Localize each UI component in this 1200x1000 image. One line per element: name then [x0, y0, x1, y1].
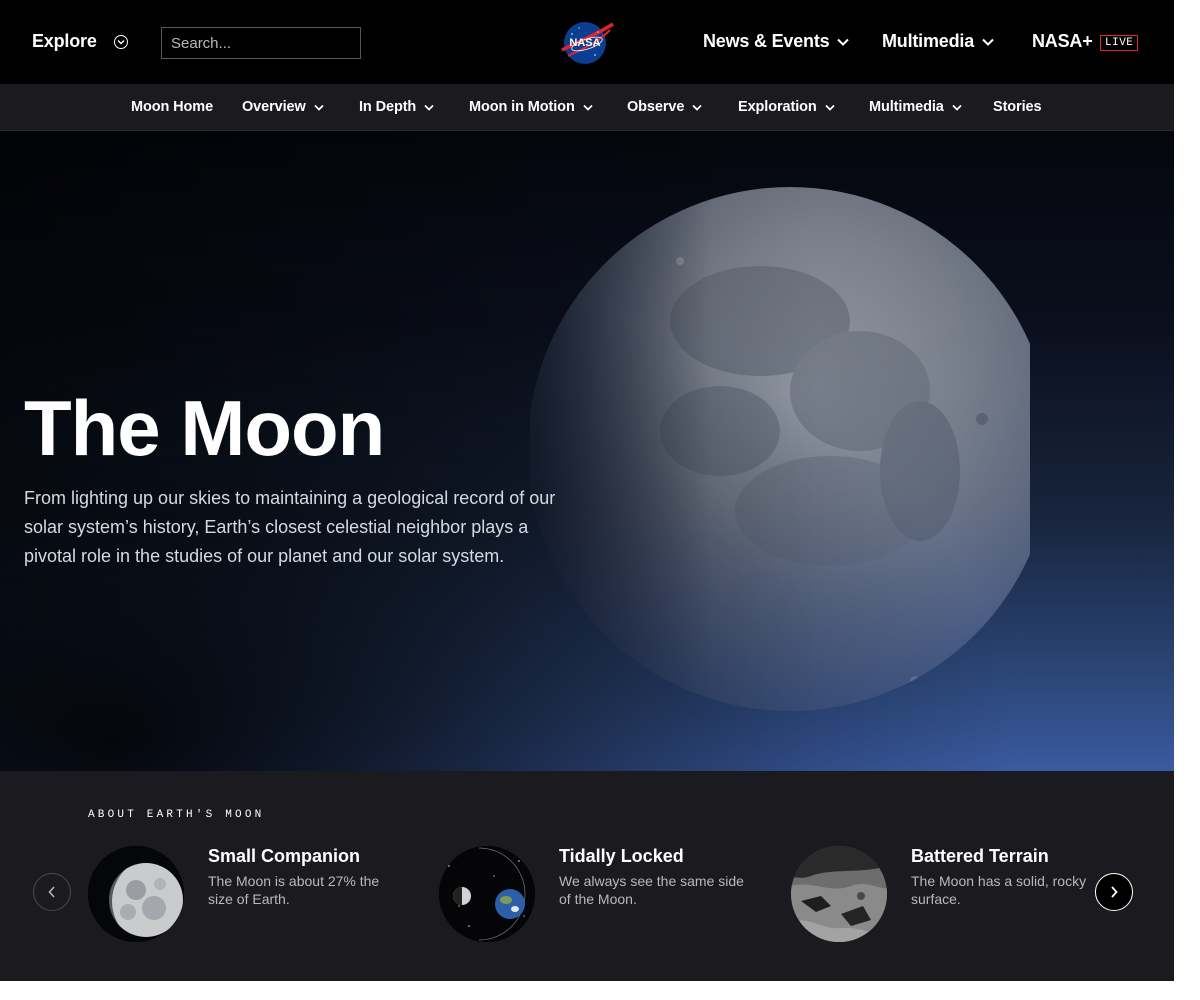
card-thumbnail [439, 846, 535, 942]
subnav-stories[interactable]: Stories [993, 99, 1042, 115]
card-title[interactable]: Tidally Locked [559, 846, 684, 867]
card-description: The Moon is about 27% the size of Earth. [208, 873, 380, 907]
terrain-thumbnail-image [791, 846, 887, 942]
page-title: The Moon [24, 384, 385, 472]
subnav-multimedia[interactable]: Multimedia [869, 99, 962, 115]
nav-multimedia-label: Multimedia [882, 31, 975, 51]
nav-news-events-label: News & Events [703, 31, 830, 51]
subnav-in-depth[interactable]: In Depth [359, 99, 434, 115]
search-input[interactable] [161, 27, 361, 59]
subnav-exploration-label: Exploration [738, 99, 817, 115]
carousel-card[interactable]: Small Companion The Moon is about 27% th… [88, 846, 418, 942]
subnav-observe-label: Observe [627, 99, 685, 115]
card-title[interactable]: Battered Terrain [911, 846, 1049, 867]
carousel-card[interactable]: Battered Terrain The Moon has a solid, r… [791, 846, 1121, 942]
nav-news-events[interactable]: News & Events [703, 31, 850, 52]
moon-thumbnail-image [88, 846, 184, 942]
chevron-left-icon [48, 886, 55, 898]
carousel-card[interactable]: Tidally Locked We always see the same si… [439, 846, 769, 942]
subnav-overview-label: Overview [242, 99, 306, 115]
subnav-moon-home[interactable]: Moon Home [131, 99, 213, 115]
chevron-down-icon [583, 104, 593, 111]
nav-nasa-plus[interactable]: NASA+ [1032, 31, 1093, 52]
subnav-multimedia-label: Multimedia [869, 99, 944, 115]
nasa-logo-text: NASA [569, 37, 600, 49]
hero-banner: The Moon From lighting up our skies to m… [0, 131, 1174, 771]
subnav-observe[interactable]: Observe [627, 99, 702, 115]
card-thumbnail [791, 846, 887, 942]
carousel-next-button[interactable] [1095, 873, 1133, 911]
carousel-prev-button[interactable] [33, 873, 71, 911]
live-badge[interactable]: LIVE [1100, 35, 1139, 51]
subnav-moon-in-motion-label: Moon in Motion [469, 99, 575, 115]
chevron-down-icon [982, 39, 994, 47]
moon-subnav: Moon Home Overview In Depth Moon in Moti… [0, 84, 1174, 131]
nav-multimedia[interactable]: Multimedia [882, 31, 994, 52]
page-scrollbar[interactable] [1174, 0, 1200, 1000]
card-title[interactable]: Small Companion [208, 846, 360, 867]
card-description: We always see the same side of the Moon. [559, 873, 744, 907]
earth-moon-thumbnail-image [439, 846, 535, 942]
chevron-down-icon [692, 104, 702, 111]
chevron-down-icon [314, 104, 324, 111]
chevron-down-icon [837, 39, 850, 47]
global-header: Explore NASA News & Events Multimedia NA… [0, 0, 1174, 84]
chevron-right-icon [1111, 886, 1118, 898]
about-carousel: ABOUT EARTH'S MOON Small Companion The M… [0, 771, 1174, 981]
section-eyebrow: ABOUT EARTH'S MOON [88, 809, 265, 821]
page-below-fold [0, 981, 1174, 1000]
chevron-down-icon [952, 104, 962, 111]
nasa-logo[interactable]: NASA [560, 20, 614, 66]
hero-description: From lighting up our skies to maintainin… [24, 488, 556, 566]
subnav-overview[interactable]: Overview [242, 99, 324, 115]
explore-menu-button[interactable]: Explore [32, 31, 97, 52]
card-thumbnail [88, 846, 184, 942]
subnav-exploration[interactable]: Exploration [738, 99, 835, 115]
chevron-down-icon [825, 104, 835, 111]
card-description: The Moon has a solid, rocky surface. [911, 873, 1087, 907]
subnav-in-depth-label: In Depth [359, 99, 417, 115]
chevron-down-icon [424, 104, 434, 111]
subnav-moon-in-motion[interactable]: Moon in Motion [469, 99, 593, 115]
explore-chevron-icon[interactable] [114, 35, 128, 49]
